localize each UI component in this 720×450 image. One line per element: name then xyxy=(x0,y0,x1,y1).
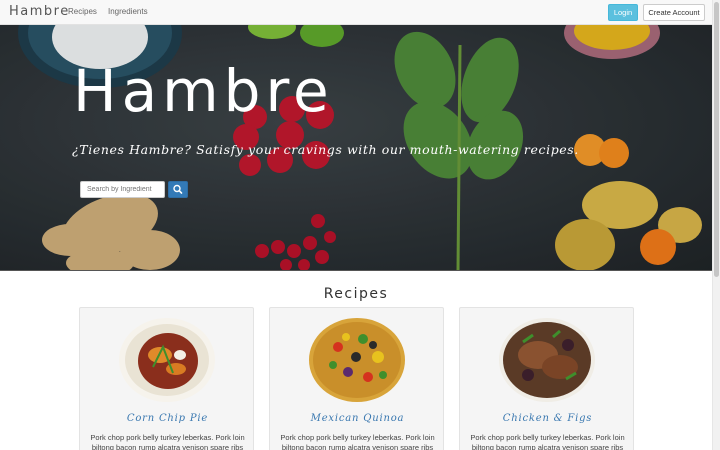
recipe-card[interactable]: Corn Chip Pie Pork chop pork belly turke… xyxy=(79,307,254,450)
recipe-image-chicken-and-figs[interactable] xyxy=(498,317,596,403)
search-button[interactable] xyxy=(168,181,188,198)
create-account-button[interactable]: Create Account xyxy=(643,4,705,21)
hero-title: Hambre xyxy=(73,57,334,125)
page: Hambre Recipes Ingredients Login Create … xyxy=(0,0,720,450)
recipe-card[interactable]: Chicken & Figs Pork chop pork belly turk… xyxy=(459,307,634,450)
recipe-title[interactable]: Chicken & Figs xyxy=(460,413,633,424)
recipe-card[interactable]: Mexican Quinoa Pork chop pork belly turk… xyxy=(269,307,444,450)
recipe-title[interactable]: Mexican Quinoa xyxy=(270,413,443,424)
recipe-title[interactable]: Corn Chip Pie xyxy=(80,413,253,424)
hero-subtitle: ¿Tienes Hambre? Satisfy your cravings wi… xyxy=(72,142,579,157)
recipe-image-corn-chip-pie[interactable] xyxy=(118,317,216,403)
recipe-description: Pork chop pork belly turkey leberkas. Po… xyxy=(470,433,625,450)
nav-link-recipes[interactable]: Recipes xyxy=(68,7,97,16)
search-icon xyxy=(173,184,183,194)
recipe-description: Pork chop pork belly turkey leberkas. Po… xyxy=(90,433,245,450)
page-scrollbar[interactable] xyxy=(712,0,720,450)
brand-logo[interactable]: Hambre xyxy=(9,4,70,19)
recipe-image-mexican-quinoa[interactable] xyxy=(308,317,406,403)
login-button[interactable]: Login xyxy=(608,4,638,21)
hero-banner: Hambre ¿Tienes Hambre? Satisfy your crav… xyxy=(0,25,712,271)
nav-link-ingredients[interactable]: Ingredients xyxy=(108,7,148,16)
scrollbar-thumb[interactable] xyxy=(714,2,719,277)
top-navbar: Hambre Recipes Ingredients Login Create … xyxy=(0,0,712,25)
recipe-description: Pork chop pork belly turkey leberkas. Po… xyxy=(280,433,435,450)
recipes-heading: Recipes xyxy=(323,286,389,302)
ingredient-search-input[interactable] xyxy=(80,181,165,198)
